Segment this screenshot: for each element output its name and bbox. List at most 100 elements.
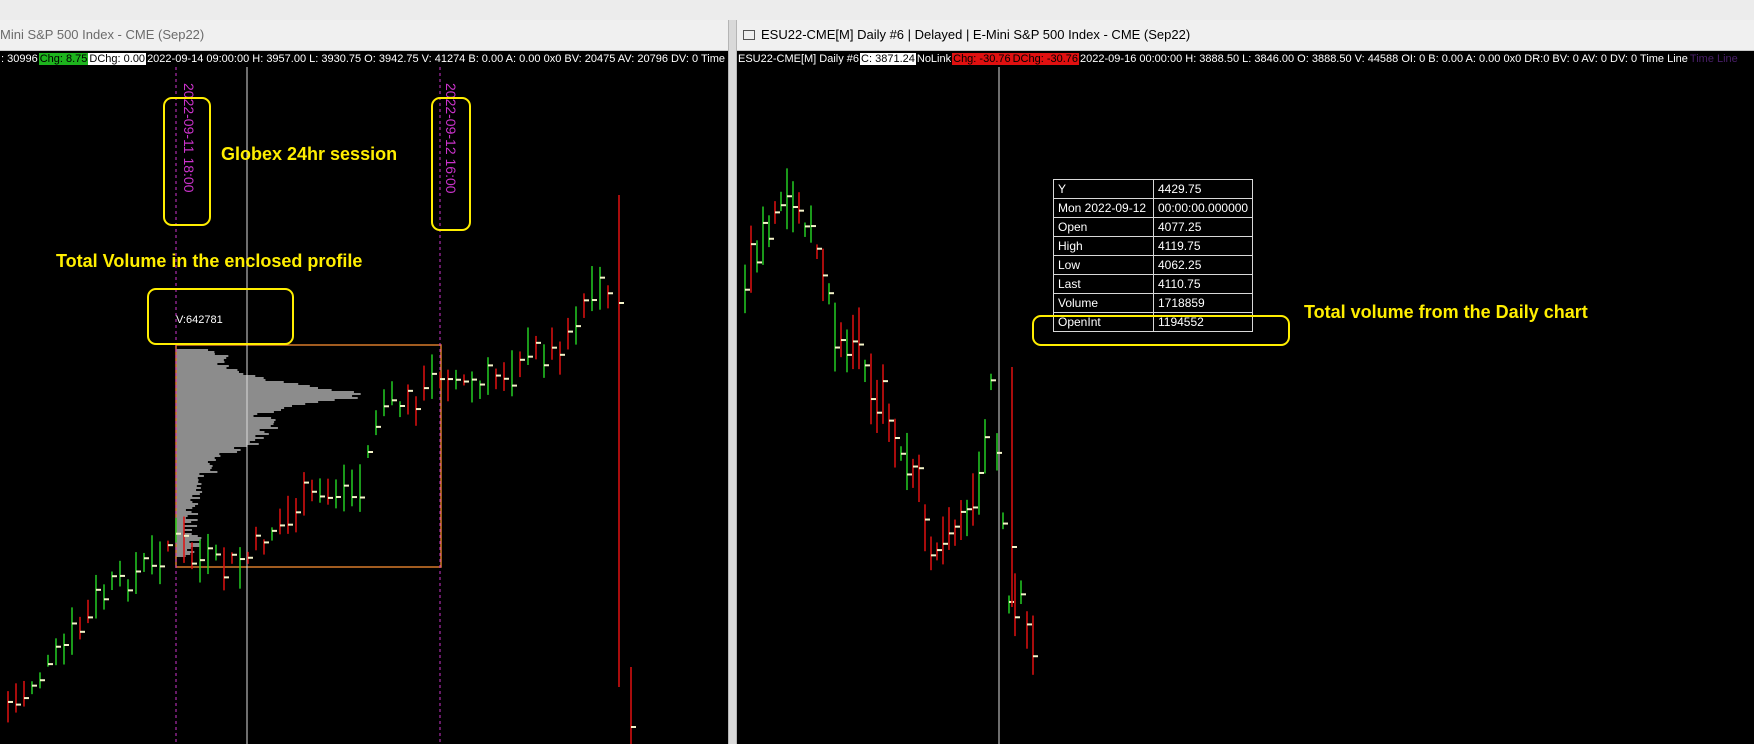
volume-profile-bar <box>176 537 202 539</box>
right-daily-chart[interactable] <box>737 67 1754 744</box>
volume-profile-bar <box>176 389 332 391</box>
highlight-box-daily-volume <box>1032 315 1290 346</box>
data-window-row: High 4119.75 <box>1053 236 1254 256</box>
volume-profile-bar <box>176 385 310 387</box>
volume-profile-bar <box>176 355 229 357</box>
right-info-tail: Time Line <box>1689 53 1738 65</box>
volume-profile-bar <box>176 351 215 353</box>
volume-profile-bar <box>176 427 278 429</box>
chart-window-icon <box>743 29 755 40</box>
volume-profile-bar <box>176 479 199 481</box>
volume-profile-bar <box>176 465 213 467</box>
data-window-value: 00:00:00.000000 <box>1152 198 1254 218</box>
volume-profile-bar <box>176 443 259 445</box>
volume-profile-bar <box>176 415 254 417</box>
data-window-label: Low <box>1053 255 1154 275</box>
volume-profile-bar <box>176 373 244 375</box>
volume-profile-bar <box>176 539 201 541</box>
data-window-value: 4110.75 <box>1152 274 1254 294</box>
volume-profile-bar <box>176 409 281 411</box>
volume-profile-bar <box>176 421 275 423</box>
pane-splitter[interactable] <box>728 20 737 744</box>
right-info-rest: 2022-09-16 00:00:00 H: 3888.50 L: 3846.0… <box>1080 53 1688 65</box>
volume-profile-bar <box>176 519 198 521</box>
profile-volume-label: V:642781 <box>176 314 223 326</box>
volume-profile-bar <box>176 395 353 397</box>
data-window-label: Open <box>1053 217 1154 237</box>
volume-profile-bar <box>176 445 248 447</box>
right-info-nolink: NoLink <box>916 53 952 65</box>
volume-profile-bar <box>176 453 220 455</box>
volume-profile-bar <box>176 499 191 501</box>
volume-profile-bar <box>176 505 196 507</box>
left-info-chg: Chg: 8.75 <box>38 53 89 65</box>
volume-profile-bar <box>176 549 188 551</box>
volume-profile-bar <box>176 383 299 385</box>
volume-profile-bar <box>176 353 215 355</box>
data-window-label: Mon 2022-09-12 <box>1053 198 1154 218</box>
volume-profile-bar <box>176 495 193 497</box>
volume-profile-bar <box>176 361 225 363</box>
volume-profile-bar <box>176 369 238 371</box>
volume-profile-bar <box>176 487 201 489</box>
volume-profile-bar <box>176 393 361 395</box>
right-chart-pane[interactable]: ESU22-CME[M] Daily #6 | Delayed | E-Mini… <box>737 20 1754 744</box>
right-info-close: C: 3871.24 <box>860 53 916 65</box>
data-window-row: Last 4110.75 <box>1053 274 1254 294</box>
highlight-box-session-start <box>163 97 211 226</box>
data-window-value: 4077.25 <box>1152 217 1254 237</box>
volume-profile-bar <box>176 463 210 465</box>
annotation-profile-volume: Total Volume in the enclosed profile <box>56 251 363 271</box>
right-chart-infobar: ESU22-CME[M] Daily #6 C: 3871.24 NoLink Chg… <box>737 51 1754 67</box>
volume-profile-bar <box>176 367 227 369</box>
right-chart-titlebar[interactable]: ESU22-CME[M] Daily #6 | Delayed | E-Mini… <box>737 20 1754 51</box>
volume-profile-bar <box>176 543 201 545</box>
volume-profile-bar <box>176 365 229 367</box>
volume-profile-bar <box>176 397 358 399</box>
volume-profile-bar <box>176 477 198 479</box>
data-window-label: Last <box>1053 274 1154 294</box>
left-chart-titlebar[interactable]: Mini S&P 500 Index - CME (Sep22) <box>0 20 728 51</box>
volume-profile-bar <box>176 553 191 555</box>
volume-profile-bar <box>176 491 203 493</box>
volume-profile-bar <box>176 541 190 543</box>
volume-profile-bar <box>176 513 199 515</box>
volume-profile-bar <box>176 349 209 351</box>
volume-profile-bar <box>176 515 188 517</box>
data-window-value: 4062.25 <box>1152 255 1254 275</box>
volume-profile-bar <box>176 501 193 503</box>
volume-profile-bar <box>176 503 199 505</box>
left-chart-pane[interactable]: Mini S&P 500 Index - CME (Sep22) : 30996… <box>0 20 728 744</box>
volume-profile-bar <box>176 469 211 471</box>
volume-profile-bar <box>176 475 204 477</box>
volume-profile-bar <box>176 481 199 483</box>
left-chart-infobar: : 30996 Chg: 8.75 DChg: 0.00 2022-09-14 09:… <box>0 51 728 67</box>
data-window-row: Open 4077.25 <box>1053 217 1254 237</box>
volume-profile-bar <box>176 375 256 377</box>
volume-profile-bar <box>176 403 306 405</box>
volume-profile-bar <box>176 413 258 415</box>
volume-profile-bar <box>176 363 218 365</box>
volume-profile-bar <box>176 459 216 461</box>
left-price-chart[interactable]: 2022-09-11 18:00 2022-09-12 16:00 <box>0 67 728 744</box>
volume-profile-bar <box>176 471 218 473</box>
volume-profile-bar <box>176 439 256 441</box>
data-window-value: 4429.75 <box>1152 179 1254 199</box>
volume-profile-bar <box>176 473 200 475</box>
daily-price-bars <box>744 168 1038 675</box>
volume-profile-bar <box>176 511 192 513</box>
annotation-globex-session: Globex 24hr session <box>221 144 398 164</box>
data-window-value: 4119.75 <box>1152 236 1254 256</box>
volume-profile-bar <box>176 497 201 499</box>
right-info-dchg: DChg: -30.76 <box>1011 53 1080 65</box>
data-window-row: Low 4062.25 <box>1053 255 1254 275</box>
right-info-chg: Chg: -30.76 <box>952 53 1012 65</box>
volume-profile-bar <box>176 525 198 527</box>
left-price-bars <box>7 195 636 744</box>
highlight-box-session-end <box>431 97 471 231</box>
volume-profile-bar <box>176 455 221 457</box>
volume-profile-bar <box>176 449 241 451</box>
annotation-daily-volume: Total volume from the Daily chart <box>1304 302 1588 322</box>
volume-profile-bar <box>176 417 272 419</box>
data-window-row: Volume 1718859 <box>1053 293 1254 313</box>
